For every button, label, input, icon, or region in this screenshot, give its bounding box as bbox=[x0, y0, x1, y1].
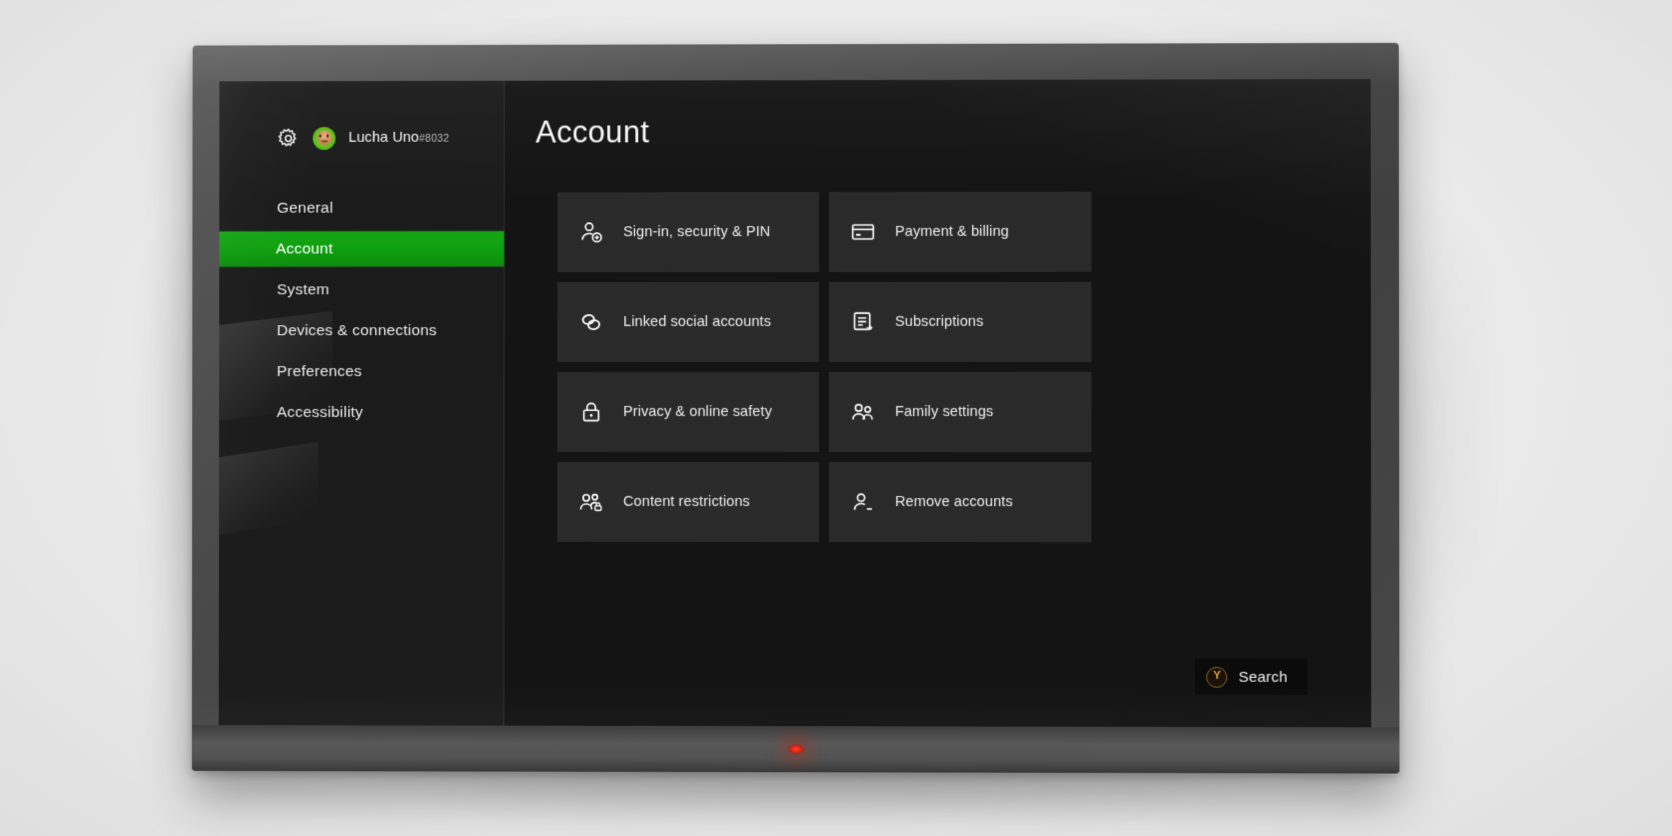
sidebar-item-preferences[interactable]: Preferences bbox=[219, 354, 503, 389]
gear-icon[interactable] bbox=[277, 126, 300, 149]
search-button[interactable]: Y Search bbox=[1195, 659, 1307, 695]
avatar-face bbox=[317, 130, 332, 145]
sidebar-item-accessibility[interactable]: Accessibility bbox=[219, 395, 504, 430]
page-title: Account bbox=[536, 113, 1371, 150]
gamertag-label: Lucha Uno bbox=[348, 130, 419, 146]
settings-sidebar: Lucha Uno#8032 General Account System De… bbox=[219, 81, 505, 732]
sidebar-item-system[interactable]: System bbox=[219, 272, 503, 307]
tile-family-settings[interactable]: Family settings bbox=[829, 372, 1092, 452]
tile-content-restrictions[interactable]: Content restrictions bbox=[557, 462, 819, 542]
gamertag-suffix: #8032 bbox=[419, 133, 449, 145]
lock-icon bbox=[578, 399, 604, 425]
tile-remove-accounts[interactable]: Remove accounts bbox=[829, 462, 1092, 542]
credit-card-icon bbox=[850, 219, 876, 245]
tile-label: Remove accounts bbox=[895, 494, 1013, 510]
tile-label: Payment & billing bbox=[895, 224, 1009, 240]
subscription-list-icon bbox=[850, 309, 876, 335]
tile-subscriptions[interactable]: Subscriptions bbox=[829, 282, 1091, 362]
people-lock-icon bbox=[578, 489, 604, 515]
sidebar-item-devices-connections[interactable]: Devices & connections bbox=[219, 313, 503, 348]
television-frame: Lucha Uno#8032 General Account System De… bbox=[192, 43, 1400, 774]
sidebar-item-general[interactable]: General bbox=[219, 190, 503, 225]
link-icon bbox=[578, 309, 604, 335]
profile-name-group: Lucha Uno#8032 bbox=[348, 129, 449, 147]
tile-label: Sign-in, security & PIN bbox=[623, 224, 770, 240]
tile-label: Subscriptions bbox=[895, 314, 983, 330]
sidebar-nav-list: General Account System Devices & connect… bbox=[219, 190, 504, 435]
tile-label: Content restrictions bbox=[623, 494, 750, 510]
xbox-settings-app: Lucha Uno#8032 General Account System De… bbox=[219, 79, 1371, 733]
tile-linked-social-accounts[interactable]: Linked social accounts bbox=[557, 282, 819, 362]
account-tile-grid: Sign-in, security & PIN Payment & billin… bbox=[557, 191, 1371, 542]
person-minus-icon bbox=[850, 489, 876, 515]
tv-screen: Lucha Uno#8032 General Account System De… bbox=[219, 79, 1371, 733]
tile-label: Family settings bbox=[895, 404, 993, 420]
person-add-icon bbox=[578, 219, 604, 245]
settings-main-panel: Account Sign-in, security & PIN bbox=[504, 79, 1371, 733]
tile-sign-in-security-pin[interactable]: Sign-in, security & PIN bbox=[557, 192, 819, 272]
tile-privacy-online-safety[interactable]: Privacy & online safety bbox=[557, 372, 819, 452]
y-button-icon: Y bbox=[1206, 666, 1227, 687]
tile-label: Linked social accounts bbox=[623, 314, 771, 330]
tv-power-led bbox=[788, 744, 804, 754]
profile-header[interactable]: Lucha Uno#8032 bbox=[219, 121, 503, 155]
people-icon bbox=[850, 399, 876, 425]
search-button-label: Search bbox=[1239, 668, 1288, 685]
tile-payment-billing[interactable]: Payment & billing bbox=[829, 192, 1091, 272]
avatar[interactable] bbox=[313, 126, 336, 149]
sidebar-item-account[interactable]: Account bbox=[219, 231, 504, 266]
tile-label: Privacy & online safety bbox=[623, 404, 772, 420]
